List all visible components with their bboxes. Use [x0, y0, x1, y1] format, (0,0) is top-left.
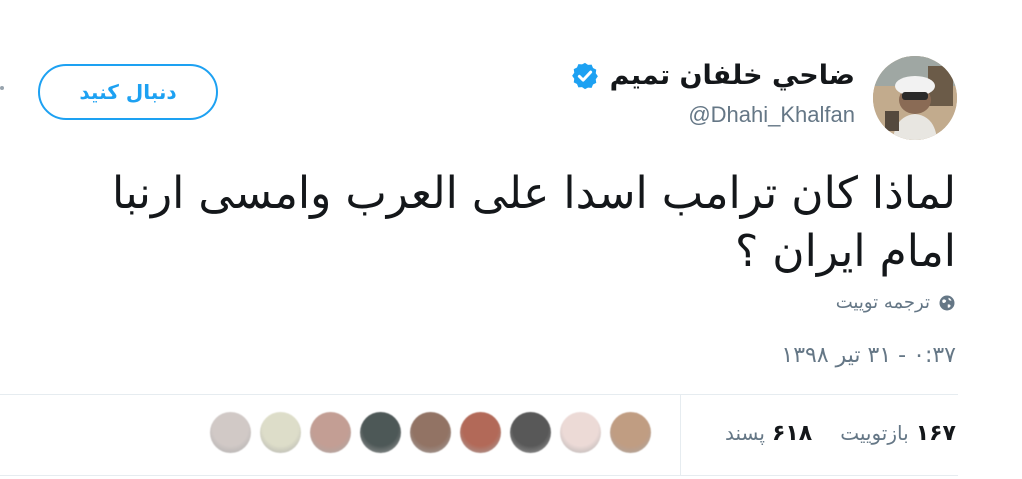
divider: [0, 475, 958, 476]
name-row: ضاحي خلفان تميم: [570, 60, 855, 91]
retweets-stat[interactable]: ۱۶۷ بازتوییت: [840, 421, 956, 446]
retweets-count: ۱۶۷: [915, 421, 956, 446]
follow-button[interactable]: دنبال کنید: [38, 64, 218, 120]
likes-label: پسند: [724, 421, 765, 445]
tweet-card: ضاحي خلفان تميم @Dhahi_Khalfan دنبال کنی…: [0, 0, 1022, 479]
avatar[interactable]: [873, 56, 957, 140]
liker-avatar[interactable]: [510, 412, 551, 453]
liker-avatar[interactable]: [360, 412, 401, 453]
edge-dot: [0, 86, 4, 90]
liker-avatar[interactable]: [410, 412, 451, 453]
avatar-image: [873, 56, 957, 140]
likes-count: ۶۱۸: [771, 421, 813, 446]
globe-icon: [939, 295, 955, 310]
liker-avatar[interactable]: [560, 412, 601, 453]
verified-badge-icon: [571, 62, 598, 89]
retweets-label: بازتوییت: [840, 421, 909, 445]
tweet-timestamp[interactable]: ۰:۳۷ - ۳۱ تیر ۱۳۹۸: [781, 343, 956, 368]
divider: [0, 394, 958, 395]
liker-avatar[interactable]: [210, 412, 251, 453]
translate-tweet-link[interactable]: ترجمه توییت: [836, 292, 956, 313]
likers-avatars: [210, 412, 651, 453]
stats-separator: [680, 394, 681, 475]
user-handle[interactable]: @Dhahi_Khalfan: [688, 102, 855, 128]
liker-avatar[interactable]: [260, 412, 301, 453]
tweet-text: لماذا كان ترامب اسدا على العرب وامسى ارن…: [112, 168, 956, 277]
tweet-stats: ۱۶۷ بازتوییت ۶۱۸ پسند: [725, 421, 956, 446]
likes-stat[interactable]: ۶۱۸ پسند: [725, 421, 812, 446]
liker-avatar[interactable]: [310, 412, 351, 453]
liker-avatar[interactable]: [460, 412, 501, 453]
translate-label: ترجمه توییت: [835, 292, 930, 313]
display-name[interactable]: ضاحي خلفان تميم: [610, 60, 855, 91]
liker-avatar[interactable]: [610, 412, 651, 453]
